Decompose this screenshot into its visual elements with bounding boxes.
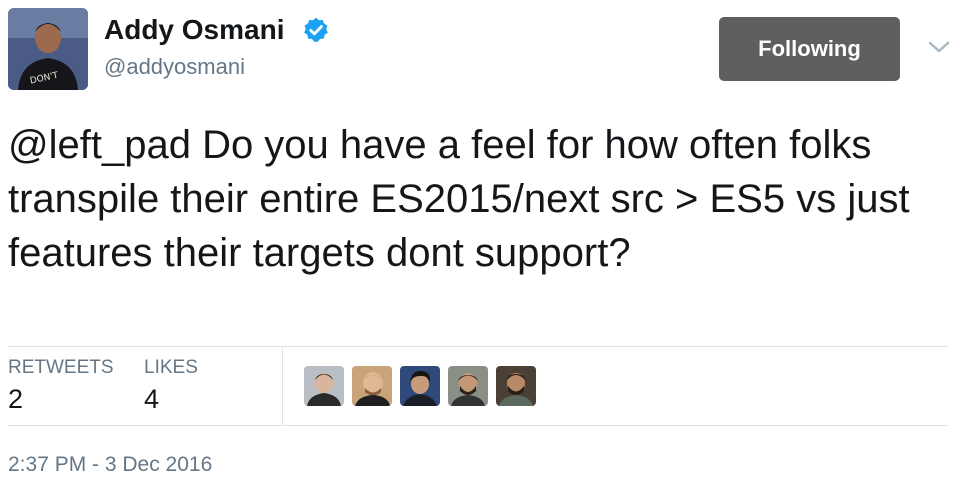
tweet-text: @left_pad Do you have a feel for how oft… bbox=[8, 123, 910, 275]
liker-photo-2 bbox=[352, 366, 392, 406]
author-handle[interactable]: @addyosmani bbox=[104, 53, 245, 81]
stats-bottom-divider bbox=[8, 425, 948, 426]
likes-count[interactable]: 4 bbox=[144, 383, 159, 415]
likers-avatar-list bbox=[304, 366, 536, 406]
following-button[interactable]: Following bbox=[719, 17, 900, 81]
liker-avatar-5[interactable] bbox=[496, 366, 536, 406]
liker-avatar-1[interactable] bbox=[304, 366, 344, 406]
chevron-down-icon[interactable] bbox=[926, 38, 952, 56]
tweet-timestamp[interactable]: 2:37 PM - 3 Dec 2016 bbox=[8, 451, 212, 479]
liker-avatar-2[interactable] bbox=[352, 366, 392, 406]
liker-photo-3 bbox=[400, 366, 440, 406]
verified-badge-icon bbox=[304, 17, 328, 42]
author-display-name[interactable]: Addy Osmani bbox=[104, 12, 284, 48]
liker-photo-4 bbox=[448, 366, 488, 406]
profile-photo: DON'T bbox=[8, 8, 88, 90]
retweets-count[interactable]: 2 bbox=[8, 383, 23, 415]
stats-top-divider bbox=[8, 346, 948, 347]
likes-label[interactable]: LIKES bbox=[144, 356, 198, 380]
liker-avatar-4[interactable] bbox=[448, 366, 488, 406]
stats-vertical-divider bbox=[282, 347, 283, 425]
author-avatar[interactable]: DON'T bbox=[8, 8, 88, 90]
liker-avatar-3[interactable] bbox=[400, 366, 440, 406]
liker-photo-5 bbox=[496, 366, 536, 406]
retweets-label[interactable]: RETWEETS bbox=[8, 356, 114, 380]
liker-photo-1 bbox=[304, 366, 344, 406]
